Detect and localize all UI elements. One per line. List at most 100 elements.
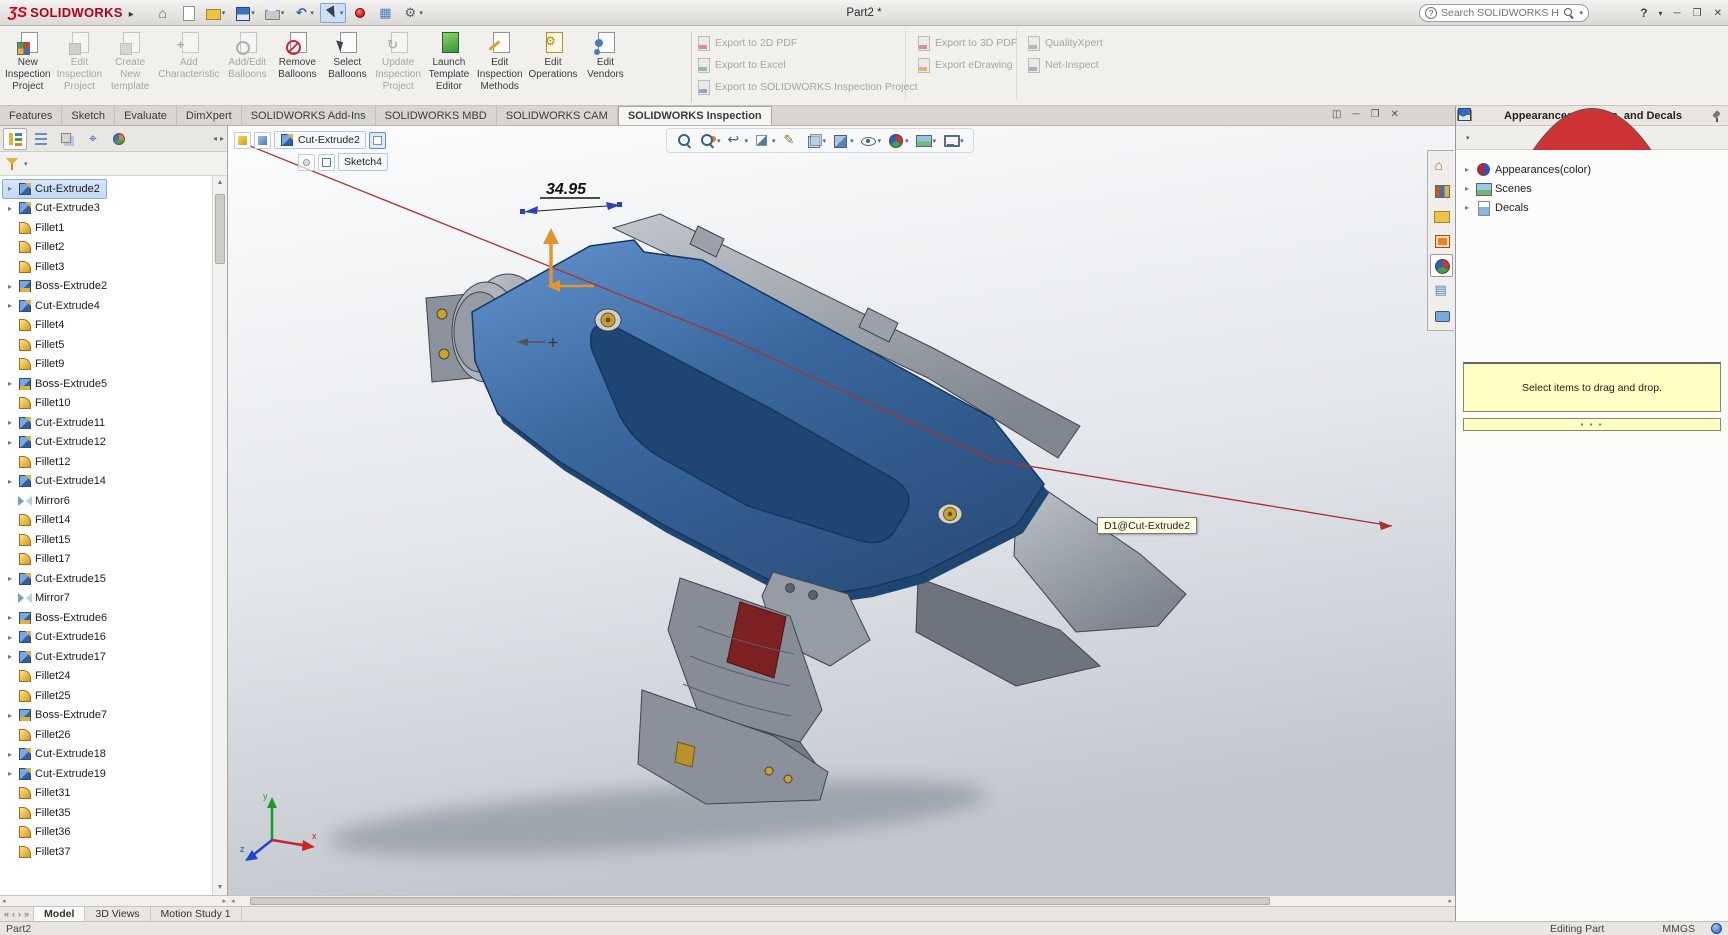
apply-scene-icon[interactable] <box>915 132 932 149</box>
ribbon-flat-button[interactable]: Export to Excel <box>696 58 918 72</box>
ribbon-flat-button[interactable]: Export eDrawing <box>916 58 1017 72</box>
feature-tree-item[interactable]: Fillet14 <box>2 511 77 531</box>
featuremanager-tree-tab[interactable] <box>3 128 27 150</box>
dropdown-caret-icon[interactable]: ▾ <box>960 137 964 145</box>
doc-restore-button[interactable]: ❐ <box>1371 109 1380 120</box>
appearances-scenes-tab[interactable] <box>1430 254 1453 277</box>
tab-scroll-next[interactable]: › <box>18 909 21 919</box>
expand-arrow-icon[interactable]: ▸ <box>1462 165 1472 174</box>
task-pane-tree-item[interactable]: ▸ Appearances(color) <box>1462 160 1724 179</box>
dynamic-annotation-icon[interactable] <box>782 132 799 149</box>
ribbon-button[interactable]: Add Characteristic <box>155 28 222 104</box>
doc-minimize-button[interactable]: ─ <box>1352 109 1359 120</box>
feature-tree-item[interactable]: Fillet36 <box>2 823 77 843</box>
dropdown-caret-icon[interactable]: ▾ <box>933 137 937 145</box>
file-properties-icon[interactable] <box>374 3 396 23</box>
ribbon-flat-button[interactable]: Net-Inspect <box>1026 58 1103 72</box>
propertymanager-tab[interactable] <box>29 128 53 150</box>
expand-arrow-icon[interactable]: ▸ <box>5 477 15 486</box>
feature-tree-item[interactable]: Fillet35 <box>2 803 77 823</box>
rebuild-icon[interactable] <box>349 3 371 23</box>
filter-funnel-icon[interactable] <box>5 157 20 171</box>
help-caret-icon[interactable]: ▾ <box>1659 9 1663 18</box>
ribbon-button[interactable]: Edit Vendors <box>580 28 630 104</box>
scroll-right-icon[interactable]: ▸ <box>222 897 226 905</box>
expand-arrow-icon[interactable]: ▸ <box>5 184 15 193</box>
expand-arrow-icon[interactable]: ▸ <box>5 418 15 427</box>
command-tab[interactable]: Sketch <box>62 106 115 125</box>
edit-appearance-icon[interactable] <box>887 132 904 149</box>
expand-arrow-icon[interactable]: ▸ <box>5 633 15 642</box>
breadcrumb-selected-sketch-icon[interactable] <box>369 132 386 149</box>
breadcrumb-item-feature[interactable]: Cut-Extrude2 <box>274 131 366 149</box>
status-globe-icon[interactable] <box>1711 923 1722 934</box>
feature-tree-item[interactable]: Fillet12 <box>2 452 77 472</box>
command-tab[interactable]: Features <box>0 106 62 125</box>
file-explorer-tab[interactable] <box>1430 204 1453 227</box>
open-icon[interactable]: ▾ <box>202 3 229 23</box>
ribbon-button[interactable]: Select Balloons <box>322 28 372 104</box>
command-tab[interactable]: Evaluate <box>115 106 177 125</box>
ribbon-flat-button[interactable]: Export to SOLIDWORKS Inspection Project <box>696 80 918 94</box>
command-tab[interactable]: DimXpert <box>177 106 242 125</box>
expand-arrow-icon[interactable]: ▸ <box>1462 203 1472 212</box>
print-icon[interactable]: ▾ <box>261 3 288 23</box>
dropdown-caret-icon[interactable]: ▾ <box>310 9 314 17</box>
task-pane-tree-item[interactable]: ▸ Scenes <box>1462 179 1724 198</box>
display-style-icon[interactable] <box>832 132 849 149</box>
feature-tree-item[interactable]: Fillet10 <box>2 394 77 414</box>
close-button[interactable]: ✕ <box>1714 8 1722 19</box>
design-library-tab[interactable] <box>1430 179 1453 202</box>
dropdown-caret-icon[interactable]: ▾ <box>850 137 854 145</box>
dropdown-caret-icon[interactable]: ▾ <box>905 137 909 145</box>
feature-tree-item[interactable]: ▸ Boss-Extrude7 <box>2 706 114 726</box>
scroll-right-icon[interactable]: ▸ <box>1448 897 1452 905</box>
command-tab[interactable]: SOLIDWORKS CAM <box>497 106 618 125</box>
feature-tree-item[interactable]: Fillet15 <box>2 530 77 550</box>
dropdown-caret-icon[interactable]: ▾ <box>251 9 255 17</box>
feature-tree-item[interactable]: ▸ Cut-Extrude19 <box>2 764 113 784</box>
dropdown-caret-icon[interactable]: ▾ <box>745 137 749 145</box>
feature-tree-item[interactable]: ▸ Boss-Extrude2 <box>2 277 114 297</box>
dropdown-caret-icon[interactable]: ▾ <box>823 137 827 145</box>
ribbon-flat-button[interactable]: Export to 2D PDF <box>696 36 918 50</box>
breadcrumb-relation-icon[interactable] <box>298 154 315 171</box>
feature-tree-item[interactable]: ▸ Cut-Extrude14 <box>2 472 113 492</box>
feature-tree-item[interactable]: ▸ Cut-Extrude17 <box>2 647 113 667</box>
search-input[interactable] <box>1441 7 1559 19</box>
ribbon-flat-button[interactable]: QualityXpert <box>1026 36 1103 50</box>
feature-tree-item[interactable]: ▸ Boss-Extrude6 <box>2 608 114 628</box>
home-icon[interactable] <box>152 3 174 23</box>
help-menu-button[interactable]: ? <box>1640 6 1647 20</box>
feature-tree-item[interactable]: ▸ Cut-Extrude3 <box>2 199 107 219</box>
feature-tree-item[interactable]: Fillet31 <box>2 784 77 804</box>
feature-tree-item[interactable]: Mirror6 <box>2 491 77 511</box>
select-cursor-icon[interactable]: ▾ <box>320 3 347 23</box>
tab-scroll-first[interactable]: « <box>4 909 9 919</box>
viewport-hscrollbar[interactable]: ◂ ▸ <box>228 895 1455 906</box>
previous-view-icon[interactable] <box>727 132 744 149</box>
feature-tree-item[interactable]: ▸ Cut-Extrude2 <box>2 179 107 199</box>
feature-tree-item[interactable]: Fillet2 <box>2 238 71 258</box>
feature-tree-item[interactable]: ▸ Cut-Extrude16 <box>2 628 113 648</box>
ribbon-button[interactable]: Add/Edit Balloons <box>222 28 272 104</box>
expand-arrow-icon[interactable]: ▸ <box>5 750 15 759</box>
expand-arrow-icon[interactable]: ▸ <box>5 711 15 720</box>
expand-arrow-icon[interactable]: ▸ <box>5 301 15 310</box>
pin-icon[interactable] <box>1709 109 1723 123</box>
dropdown-caret-icon[interactable]: ▾ <box>281 9 285 17</box>
expand-arrow-icon[interactable]: ▸ <box>5 652 15 661</box>
ribbon-button[interactable]: New Inspection Project <box>2 28 54 104</box>
breadcrumb-part-icon[interactable] <box>254 132 271 149</box>
help-search-box[interactable]: ? ▾ <box>1419 4 1589 22</box>
scroll-up-icon[interactable]: ▲ <box>213 176 227 190</box>
options-gear-icon[interactable]: ▾ <box>399 3 426 23</box>
feature-tree-item[interactable]: ▸ Cut-Extrude12 <box>2 433 113 453</box>
scroll-down-icon[interactable]: ▼ <box>213 881 227 895</box>
scrollbar-thumb[interactable] <box>215 194 225 264</box>
dropdown-caret-icon[interactable]: ▾ <box>1466 134 1470 142</box>
section-view-icon[interactable] <box>754 132 771 149</box>
dropdown-caret-icon[interactable]: ▾ <box>717 137 721 145</box>
view-settings-icon[interactable] <box>942 132 959 149</box>
new-document-icon[interactable] <box>177 3 199 23</box>
